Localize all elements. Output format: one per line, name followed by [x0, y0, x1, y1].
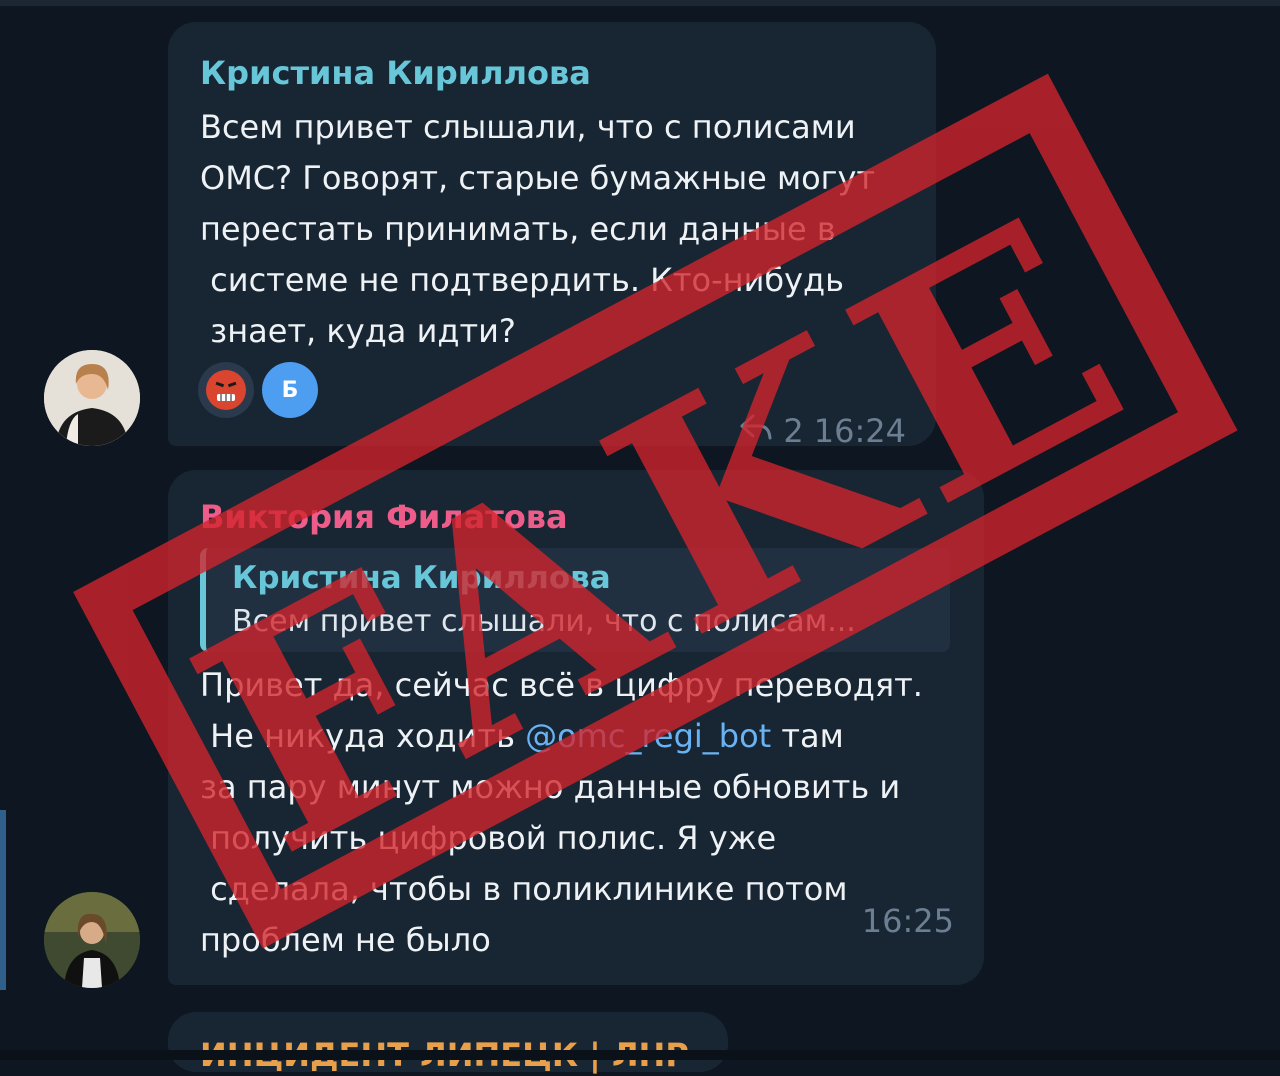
reply-sender-name: Кристина Кириллова — [232, 560, 611, 596]
bot-mention-link[interactable]: @omc_regi_bot — [525, 717, 771, 755]
message-line: перестать принимать, если данные в — [200, 210, 836, 248]
reply-arrow-icon[interactable] — [739, 412, 773, 450]
message-line: Привет да, сейчас всё в цифру переводят. — [200, 666, 923, 704]
message-time: 16:24 — [813, 412, 906, 450]
message-line: за пару минут можно данные обновить и — [200, 768, 901, 806]
message-meta: 16:25 — [862, 902, 954, 940]
message-bubble[interactable]: Кристина Кириллова Всем привет слышали, … — [168, 22, 936, 450]
chat-scroll-indicator — [0, 810, 6, 990]
replies-count[interactable]: 2 — [783, 412, 803, 450]
reaction-chip[interactable] — [198, 362, 254, 418]
avatar[interactable] — [44, 892, 140, 988]
message-meta: 2 16:24 — [739, 412, 906, 450]
message-line: проблем не было — [200, 921, 491, 959]
message-text: Всем привет слышали, что с полисами ОМС?… — [200, 102, 906, 357]
message-line: сделала, чтобы в поликлинике потом — [200, 870, 848, 908]
message-line: там — [771, 717, 844, 755]
message-line: ОМС? Говорят, старые бумажные могут — [200, 159, 876, 197]
message-line: получить цифровой полис. Я уже — [200, 819, 777, 857]
message-line: системе не подтвердить. Кто-нибудь — [200, 261, 845, 299]
angry-face-icon — [206, 370, 246, 410]
sender-name[interactable]: Виктория Филатова — [200, 496, 954, 538]
top-divider — [0, 0, 1280, 6]
message-bubble[interactable]: Виктория Филатова Кристина Кириллова Все… — [168, 470, 984, 985]
message-bubble[interactable]: ИНЦИДЕНТ ЛИПЕЦК | ЛНР — [168, 1012, 728, 1074]
message-line: Всем привет слышали, что с полисами — [200, 108, 856, 146]
reaction-user-avatar[interactable]: Б — [262, 362, 318, 418]
message-line: Не никуда ходить — [200, 717, 526, 755]
message-time: 16:25 — [861, 902, 954, 940]
reply-preview-text: Всем привет слышали, что с полисам... — [232, 604, 856, 639]
bottom-edge — [0, 1050, 1280, 1060]
avatar[interactable] — [44, 350, 140, 446]
reactions-row: Б — [198, 362, 318, 418]
message-line: знает, куда идти? — [200, 312, 516, 350]
sender-name[interactable]: Кристина Кириллова — [200, 52, 906, 94]
message-text: Привет да, сейчас всё в цифру переводят.… — [200, 660, 954, 966]
reply-quote[interactable]: Кристина Кириллова Всем привет слышали, … — [200, 548, 950, 652]
